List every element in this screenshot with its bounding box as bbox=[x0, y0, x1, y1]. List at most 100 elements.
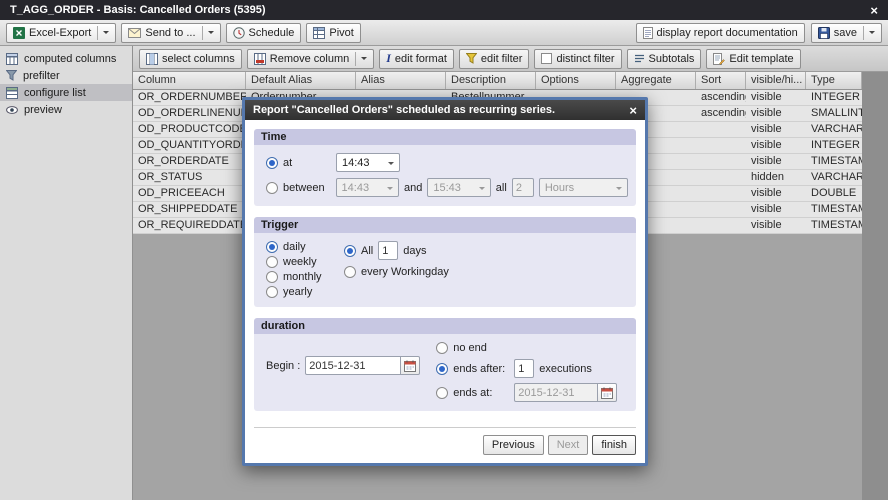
list-toolbar: select columns Remove column I edit form… bbox=[133, 46, 888, 72]
finish-button[interactable]: finish bbox=[592, 435, 636, 455]
pivot-button[interactable]: Pivot bbox=[306, 22, 361, 43]
chevron-down-icon bbox=[355, 51, 368, 66]
select-columns-label: select columns bbox=[162, 52, 235, 65]
cell-column: OD_ORDERLINENUMBER bbox=[138, 107, 246, 119]
previous-button[interactable]: Previous bbox=[482, 435, 544, 455]
chevron-down-icon bbox=[474, 179, 490, 196]
begin-calendar-icon[interactable] bbox=[401, 356, 421, 375]
radio-yearly[interactable] bbox=[266, 286, 278, 298]
cell-type: SMALLINT bbox=[811, 107, 862, 119]
column-header[interactable]: Description bbox=[446, 72, 536, 89]
radio-ends-after[interactable] bbox=[436, 362, 449, 375]
document-icon bbox=[642, 26, 653, 39]
radio-every-workingday[interactable] bbox=[344, 266, 356, 278]
configure-list-icon bbox=[6, 86, 18, 99]
dialog-close-icon[interactable]: × bbox=[629, 104, 637, 117]
distinct-filter-toggle[interactable]: distinct filter bbox=[534, 48, 622, 69]
edit-template-label: Edit template bbox=[729, 52, 794, 65]
ends-at-calendar-icon[interactable] bbox=[598, 383, 618, 402]
monthly-label: monthly bbox=[283, 271, 322, 283]
radio-weekly[interactable] bbox=[266, 256, 278, 268]
dialog-title: Report "Cancelled Orders" scheduled as r… bbox=[253, 104, 556, 116]
cell-visible: hidden bbox=[751, 171, 785, 183]
cell-column: OD_PRODUCTCODE bbox=[138, 123, 246, 135]
cell-sort: ascending bbox=[701, 107, 746, 119]
workingday-label: every Workingday bbox=[361, 266, 449, 278]
radio-all-days[interactable] bbox=[344, 244, 356, 257]
edit-filter-button[interactable]: edit filter bbox=[458, 48, 530, 69]
schedule-button[interactable]: Schedule bbox=[225, 22, 302, 43]
column-header[interactable]: Sort bbox=[696, 72, 746, 89]
distinct-filter-label: distinct filter bbox=[556, 52, 615, 65]
cell-type: DOUBLE bbox=[811, 187, 857, 199]
cell-column: OR_STATUS bbox=[138, 171, 203, 183]
column-header[interactable]: Alias bbox=[356, 72, 446, 89]
executions-label: executions bbox=[539, 362, 592, 375]
cell-column: OR_REQUIREDDATE bbox=[138, 219, 246, 231]
save-button[interactable]: save bbox=[810, 22, 882, 43]
funnel-icon bbox=[6, 70, 17, 81]
remove-column-icon bbox=[253, 52, 266, 65]
edit-format-button[interactable]: I edit format bbox=[379, 48, 454, 69]
radio-monthly[interactable] bbox=[266, 271, 278, 283]
sidebar-item-prefilter[interactable]: prefilter bbox=[0, 67, 132, 84]
excel-export-button[interactable]: Excel-Export bbox=[6, 22, 117, 43]
cell-column: OD_PRICEEACH bbox=[138, 187, 225, 199]
cell-visible: visible bbox=[751, 107, 782, 119]
select-columns-icon bbox=[146, 52, 158, 65]
radio-daily[interactable] bbox=[266, 241, 278, 253]
app-window: T_AGG_ORDER - Basis: Cancelled Orders (5… bbox=[0, 0, 888, 500]
computed-columns-icon bbox=[6, 52, 18, 65]
column-header[interactable]: Type bbox=[806, 72, 862, 89]
radio-ends-at[interactable] bbox=[436, 386, 449, 399]
table-header: Column Default Alias Alias Description O… bbox=[133, 72, 862, 90]
next-button[interactable]: Next bbox=[547, 435, 589, 455]
subtotals-label: Subtotals bbox=[648, 52, 695, 65]
begin-date-input[interactable] bbox=[305, 356, 402, 375]
sidebar-item-configure-list[interactable]: configure list bbox=[0, 84, 132, 101]
cell-type: TIMESTAMP bbox=[811, 155, 862, 167]
display-report-documentation-button[interactable]: display report documentation bbox=[635, 22, 805, 43]
interval-unit-select[interactable]: Hours bbox=[538, 178, 629, 197]
trigger-heading: Trigger bbox=[254, 217, 636, 233]
weekly-label: weekly bbox=[283, 256, 317, 268]
remove-column-button[interactable]: Remove column bbox=[246, 48, 375, 69]
pivot-label: Pivot bbox=[329, 26, 354, 39]
between-to-select[interactable]: 15:43 bbox=[427, 178, 491, 197]
ends-at-date-input[interactable] bbox=[514, 383, 599, 402]
window-close-icon[interactable]: × bbox=[870, 4, 878, 17]
send-to-label: Send to ... bbox=[145, 26, 196, 39]
sidebar-item-preview[interactable]: preview bbox=[0, 101, 132, 118]
executions-count-input[interactable] bbox=[514, 359, 535, 378]
column-header[interactable]: Default Alias bbox=[246, 72, 356, 89]
cell-sort bbox=[696, 122, 746, 137]
schedule-label: Schedule bbox=[248, 26, 295, 39]
radio-between[interactable] bbox=[266, 181, 278, 194]
daily-label: daily bbox=[283, 241, 306, 253]
between-from-select[interactable]: 14:43 bbox=[335, 178, 399, 197]
sidebar-item-computed-columns[interactable]: computed columns bbox=[0, 50, 132, 67]
days-count-input[interactable] bbox=[378, 241, 399, 260]
at-label: at bbox=[283, 156, 293, 169]
chevron-down-icon bbox=[611, 179, 627, 196]
select-columns-button[interactable]: select columns bbox=[139, 48, 242, 69]
excel-icon bbox=[13, 26, 25, 39]
column-header[interactable]: visible/hi... bbox=[746, 72, 806, 89]
remove-column-label: Remove column bbox=[269, 52, 350, 65]
sidebar-item-label: preview bbox=[24, 103, 62, 116]
column-header[interactable]: Aggregate bbox=[616, 72, 696, 89]
interval-input[interactable] bbox=[511, 178, 534, 197]
radio-no-end[interactable] bbox=[436, 342, 449, 354]
at-time-select[interactable]: 14:43 bbox=[336, 153, 400, 172]
column-header[interactable]: Column bbox=[133, 72, 246, 89]
subtotals-icon bbox=[634, 53, 645, 64]
radio-at[interactable] bbox=[266, 156, 278, 169]
subtotals-button[interactable]: Subtotals bbox=[626, 48, 702, 69]
send-to-button[interactable]: Send to ... bbox=[121, 22, 221, 43]
cell-type: TIMESTAMP bbox=[811, 219, 862, 231]
column-header[interactable]: Options bbox=[536, 72, 616, 89]
dialog-titlebar[interactable]: Report "Cancelled Orders" scheduled as r… bbox=[245, 100, 645, 120]
envelope-icon bbox=[128, 27, 142, 38]
chevron-down-icon bbox=[201, 25, 214, 40]
edit-template-button[interactable]: Edit template bbox=[706, 48, 801, 69]
